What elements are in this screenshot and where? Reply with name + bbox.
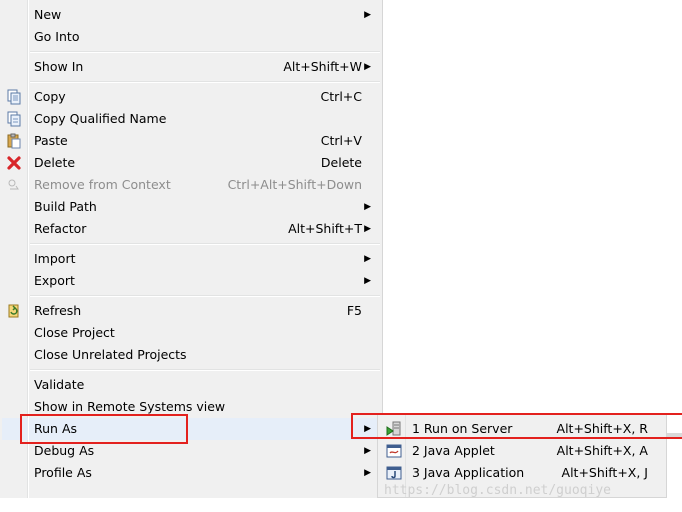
menu-item-label: Show in Remote Systems view <box>34 399 226 414</box>
menu-item-profile-as[interactable]: Profile As ▶ <box>2 462 380 484</box>
background-fragment <box>667 433 682 437</box>
menu-item-label: Refactor <box>34 221 87 236</box>
menu-item-label: Refresh <box>34 303 82 318</box>
menu-item-label: Debug As <box>34 443 95 458</box>
remove-context-icon <box>6 177 22 193</box>
menu-item-delete[interactable]: Delete Delete <box>2 152 380 174</box>
submenu-arrow-icon: ▶ <box>364 254 371 264</box>
menu-item-label: Profile As <box>34 465 92 480</box>
menu-item-label: Export <box>34 273 75 288</box>
submenu-arrow-icon: ▶ <box>364 10 371 20</box>
menu-item-export[interactable]: Export ▶ <box>2 270 380 292</box>
menu-item-close-unrelated-projects[interactable]: Close Unrelated Projects <box>2 344 380 366</box>
run-on-server-highlight-box <box>351 413 682 439</box>
menu-item-label: Copy Qualified Name <box>34 111 167 126</box>
menu-separator <box>30 295 380 297</box>
submenu-item-label: 3 Java Application <box>412 465 525 480</box>
submenu-arrow-icon: ▶ <box>364 62 371 72</box>
menu-item-refresh[interactable]: Refresh F5 <box>2 300 380 322</box>
menu-item-label: Copy <box>34 89 66 104</box>
submenu-item-shortcut: Alt+Shift+X, J <box>561 465 648 480</box>
paste-icon <box>6 133 22 149</box>
submenu-item-java-application[interactable]: 3 Java Application Alt+Shift+X, J <box>380 462 664 484</box>
menu-item-label: Build Path <box>34 199 97 214</box>
java-application-icon <box>386 465 402 481</box>
watermark-text: https://blog.csdn.net/guoqiye <box>384 483 611 498</box>
menu-item-shortcut: Ctrl+Alt+Shift+Down <box>227 177 362 192</box>
submenu-arrow-icon: ▶ <box>364 224 371 234</box>
java-applet-icon <box>386 443 402 459</box>
menu-item-build-path[interactable]: Build Path ▶ <box>2 196 380 218</box>
delete-icon <box>6 155 22 171</box>
menu-item-remove-from-context: Remove from Context Ctrl+Alt+Shift+Down <box>2 174 380 196</box>
menu-item-shortcut: Ctrl+V <box>320 133 362 148</box>
menu-item-label: Validate <box>34 377 85 392</box>
menu-item-copy-qualified-name[interactable]: Copy Qualified Name <box>2 108 380 130</box>
menu-item-paste[interactable]: Paste Ctrl+V <box>2 130 380 152</box>
menu-separator <box>30 243 380 245</box>
menu-item-label: Import <box>34 251 76 266</box>
submenu-arrow-icon: ▶ <box>364 446 371 456</box>
submenu-item-shortcut: Alt+Shift+X, A <box>556 443 648 458</box>
menu-item-label: Close Project <box>34 325 115 340</box>
submenu-item-java-applet[interactable]: 2 Java Applet Alt+Shift+X, A <box>380 440 664 462</box>
menu-item-new[interactable]: New ▶ <box>2 4 380 26</box>
menu-item-shortcut: Delete <box>320 155 362 170</box>
menu-item-label: Remove from Context <box>34 177 171 192</box>
menu-item-show-in[interactable]: Show In Alt+Shift+W ▶ <box>2 56 380 78</box>
menu-item-refactor[interactable]: Refactor Alt+Shift+T ▶ <box>2 218 380 240</box>
menu-item-label: New <box>34 7 62 22</box>
menu-item-shortcut: F5 <box>346 303 362 318</box>
copy-icon <box>6 89 22 105</box>
menu-item-copy[interactable]: Copy Ctrl+C <box>2 86 380 108</box>
menu-item-shortcut: Alt+Shift+T <box>288 221 362 236</box>
refresh-icon <box>6 303 22 319</box>
menu-item-label: Close Unrelated Projects <box>34 347 187 362</box>
submenu-item-label: 2 Java Applet <box>412 443 495 458</box>
menu-separator <box>30 369 380 371</box>
run-as-highlight-box <box>20 414 188 444</box>
submenu-arrow-icon: ▶ <box>364 468 371 478</box>
submenu-arrow-icon: ▶ <box>364 276 371 286</box>
menu-item-close-project[interactable]: Close Project <box>2 322 380 344</box>
menu-item-label: Show In <box>34 59 84 74</box>
menu-separator <box>30 81 380 83</box>
menu-item-label: Go Into <box>34 29 80 44</box>
menu-item-shortcut: Alt+Shift+W <box>283 59 362 74</box>
menu-item-label: Paste <box>34 133 68 148</box>
menu-item-go-into[interactable]: Go Into <box>2 26 380 48</box>
submenu-arrow-icon: ▶ <box>364 202 371 212</box>
menu-item-import[interactable]: Import ▶ <box>2 248 380 270</box>
menu-item-validate[interactable]: Validate <box>2 374 380 396</box>
copy-qualified-name-icon <box>6 111 22 127</box>
menu-item-shortcut: Ctrl+C <box>320 89 362 104</box>
menu-item-label: Delete <box>34 155 76 170</box>
menu-separator <box>30 51 380 53</box>
